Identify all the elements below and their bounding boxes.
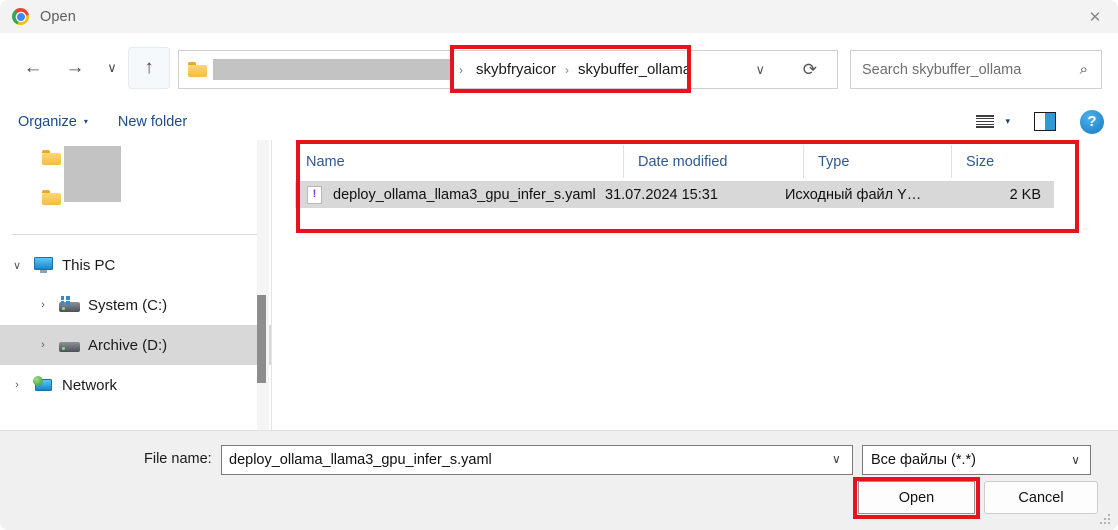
address-bar[interactable]: › skybfryaicor › skybuffer_ollama ∨ ⟳ — [178, 50, 838, 89]
preview-pane-icon[interactable] — [1034, 112, 1056, 131]
breadcrumb-separator: › — [459, 62, 463, 77]
sidebar-item-label: Network — [62, 376, 118, 394]
yaml-file-icon: ! — [307, 185, 322, 204]
folder-icon — [42, 190, 61, 205]
breadcrumb-item-1[interactable]: skybuffer_ollama — [578, 61, 691, 78]
window-title: Open — [40, 8, 76, 25]
file-name-label: File name: — [144, 451, 212, 467]
forward-button[interactable]: → — [54, 47, 96, 89]
file-size-cell: 2 KB — [1009, 186, 1041, 203]
redacted-label — [64, 146, 121, 202]
sidebar-item-network[interactable]: › Network — [0, 365, 271, 405]
back-button[interactable]: ← — [12, 47, 54, 89]
view-list-icon[interactable] — [976, 115, 995, 128]
drive-icon — [56, 338, 82, 352]
search-input[interactable] — [851, 61, 1080, 78]
search-icon[interactable]: ⌕ — [1080, 61, 1088, 78]
chevron-down-icon: ▾ — [83, 117, 88, 126]
network-icon — [30, 376, 56, 394]
sidebar-scrollbar-thumb[interactable] — [257, 295, 266, 383]
monitor-icon — [30, 257, 56, 273]
open-button[interactable]: Open — [858, 481, 975, 514]
sidebar-item-label: Archive (D:) — [88, 336, 168, 354]
recent-locations-button[interactable]: ∨ — [96, 47, 128, 89]
file-name-cell: deploy_ollama_llama3_gpu_infer_s.yaml — [333, 186, 596, 203]
drive-icon — [56, 296, 82, 312]
file-type-filter-select[interactable]: Все файлы (*.*) ∨ — [862, 445, 1091, 475]
folder-icon — [188, 62, 207, 77]
file-type-filter-value: Все файлы (*.*) — [871, 452, 976, 468]
sidebar-item-archive-d[interactable]: › Archive (D:) — [0, 325, 271, 365]
breadcrumb: skybfryaicor › skybuffer_ollama — [468, 61, 691, 78]
sidebar-item-label: This PC — [62, 256, 116, 274]
chrome-logo-icon — [12, 8, 29, 25]
refresh-icon[interactable]: ⟳ — [803, 60, 817, 80]
breadcrumb-item-0[interactable]: skybfryaicor — [476, 61, 556, 78]
file-list-pane: Name Date modified Type Size ! deploy_ol… — [273, 140, 1118, 430]
chevron-down-icon: ∨ — [1071, 453, 1080, 467]
navigation-pane: ∨ This PC › System (C:) › Archive (D:) ›… — [0, 140, 272, 430]
help-icon[interactable]: ? — [1080, 109, 1104, 134]
toolbar-right-group: ▾ ? — [976, 103, 1104, 140]
up-button[interactable]: ↑ — [128, 47, 170, 89]
sidebar-item-this-pc[interactable]: ∨ This PC — [0, 245, 271, 285]
table-row[interactable]: ! deploy_ollama_llama3_gpu_infer_s.yaml … — [295, 181, 1054, 208]
cancel-button[interactable]: Cancel — [984, 481, 1098, 514]
sidebar-scrollbar[interactable] — [257, 140, 269, 430]
redacted-quick-access-group — [0, 140, 271, 224]
organize-button[interactable]: Organize ▾ — [18, 114, 88, 130]
resize-grip[interactable] — [1100, 514, 1111, 525]
open-file-dialog: Open ✕ ← → ∨ ↑ › skybfryaicor › skybuffe… — [0, 0, 1118, 530]
folder-icon — [42, 150, 61, 165]
chevron-right-icon[interactable]: › — [30, 339, 56, 351]
title-bar: Open ✕ — [0, 0, 1118, 33]
new-folder-button[interactable]: New folder — [118, 114, 187, 130]
column-header-date[interactable]: Date modified — [623, 145, 803, 178]
file-name-input[interactable] — [221, 445, 853, 475]
column-header-size[interactable]: Size — [951, 145, 1061, 178]
chevron-down-icon[interactable]: ∨ — [755, 62, 765, 78]
redacted-path-segment — [213, 59, 453, 80]
sidebar-item-system-c[interactable]: › System (C:) — [0, 285, 271, 325]
command-toolbar: Organize ▾ New folder ▾ ? — [0, 103, 1118, 140]
chevron-right-icon[interactable]: › — [4, 379, 30, 391]
file-list-header: Name Date modified Type Size — [295, 145, 1085, 178]
search-box[interactable]: ⌕ — [850, 50, 1102, 89]
chevron-down-icon[interactable]: ▾ — [1005, 116, 1010, 127]
file-icon-glyph: ! — [312, 188, 317, 200]
close-icon[interactable]: ✕ — [1072, 0, 1118, 33]
file-type-cell: Исходный файл Y… — [785, 186, 922, 203]
chevron-down-icon[interactable]: ∨ — [832, 452, 841, 466]
column-header-name[interactable]: Name — [295, 145, 623, 178]
file-date-cell: 31.07.2024 15:31 — [605, 186, 718, 203]
organize-label: Organize — [18, 113, 77, 130]
chevron-down-icon[interactable]: ∨ — [4, 259, 30, 272]
column-header-type[interactable]: Type — [803, 145, 951, 178]
sidebar-item-label: System (C:) — [88, 296, 168, 314]
sidebar-divider — [12, 234, 259, 235]
breadcrumb-separator: › — [565, 62, 570, 77]
chevron-right-icon[interactable]: › — [30, 299, 56, 311]
